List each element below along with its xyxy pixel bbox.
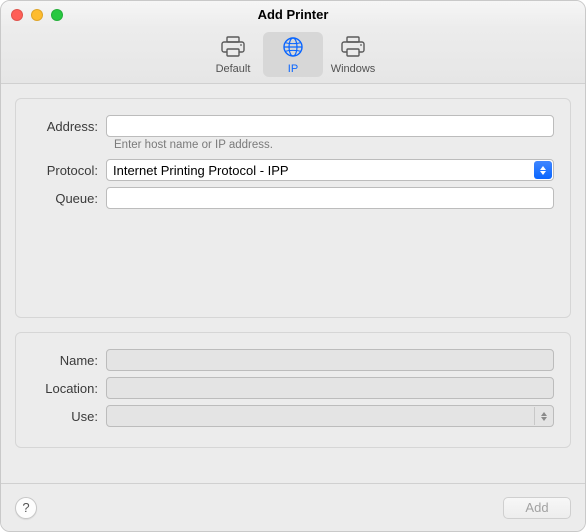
- name-input: [106, 349, 554, 371]
- updown-icon: [534, 161, 552, 179]
- address-hint: Enter host name or IP address.: [114, 139, 273, 151]
- queue-label: Queue:: [26, 191, 106, 206]
- footer: ? Add: [1, 483, 585, 531]
- tab-ip[interactable]: IP: [263, 32, 323, 77]
- minimize-window-button[interactable]: [31, 9, 43, 21]
- window-controls: [11, 9, 63, 21]
- tab-windows[interactable]: Windows: [323, 32, 383, 77]
- help-button[interactable]: ?: [15, 497, 37, 519]
- printer-icon: [340, 36, 366, 61]
- use-label: Use:: [26, 409, 106, 424]
- protocol-select[interactable]: Internet Printing Protocol - IPP: [106, 159, 554, 181]
- queue-input[interactable]: [106, 187, 554, 209]
- location-input: [106, 377, 554, 399]
- help-icon: ?: [22, 500, 29, 515]
- discovery-tabs: Default IP: [1, 28, 585, 84]
- name-label: Name:: [26, 353, 106, 368]
- details-panel: Name: Location: Use:: [15, 332, 571, 448]
- printer-icon: [220, 36, 246, 61]
- titlebar: Add Printer: [1, 1, 585, 28]
- globe-icon: [280, 36, 306, 61]
- content-area: Address: Enter host name or IP address. …: [1, 84, 585, 483]
- tab-default-label: Default: [216, 63, 251, 75]
- close-window-button[interactable]: [11, 9, 23, 21]
- window-title: Add Printer: [1, 7, 585, 22]
- address-label: Address:: [26, 119, 106, 134]
- address-input[interactable]: [106, 115, 554, 137]
- zoom-window-button[interactable]: [51, 9, 63, 21]
- tab-default[interactable]: Default: [203, 32, 263, 77]
- add-printer-window: Add Printer Default: [0, 0, 586, 532]
- location-label: Location:: [26, 381, 106, 396]
- protocol-value: Internet Printing Protocol - IPP: [113, 163, 531, 178]
- use-select: [106, 405, 554, 427]
- tab-ip-label: IP: [288, 63, 298, 75]
- tab-windows-label: Windows: [331, 63, 376, 75]
- connection-panel: Address: Enter host name or IP address. …: [15, 98, 571, 318]
- updown-icon: [534, 407, 552, 425]
- add-button: Add: [503, 497, 571, 519]
- protocol-label: Protocol:: [26, 163, 106, 178]
